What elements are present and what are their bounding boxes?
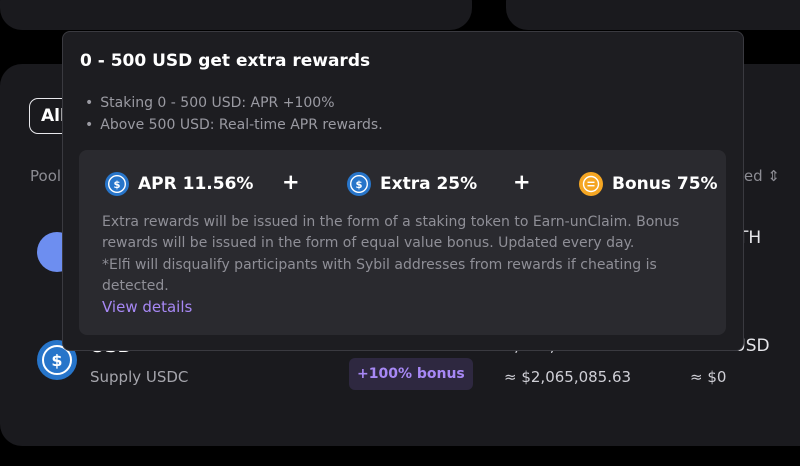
tooltip-bullet: Staking 0 - 500 USD: APR +100%: [85, 92, 383, 114]
svg-text:$: $: [51, 351, 62, 370]
usdc-icon: $: [105, 172, 129, 196]
bonus-reward: Bonus 75%: [579, 172, 718, 196]
tooltip-warning: *Elfi will disqualify participants with …: [102, 257, 657, 294]
extra-reward: $ Extra 25%: [347, 172, 477, 196]
pool-subtitle: Supply USDC: [90, 368, 189, 386]
tvl-usd-value: ≈ $2,065,085.63: [504, 368, 632, 386]
apr-reward: $ APR 11.56%: [105, 172, 253, 196]
top-card-left: [0, 0, 472, 30]
view-details-link[interactable]: View details: [102, 298, 192, 316]
plus-sign: +: [513, 170, 531, 194]
column-header-staked[interactable]: ted ⇕: [738, 167, 780, 185]
tooltip-description: Extra rewards will be issued in the form…: [102, 214, 680, 251]
staked-usd-value: ≈ $0: [690, 368, 727, 386]
plus-sign: +: [282, 170, 300, 194]
extra-label: Extra 25%: [380, 174, 478, 194]
tooltip-bullet-list: Staking 0 - 500 USD: APR +100% Above 500…: [85, 92, 383, 136]
usdc-icon: $: [347, 172, 371, 196]
column-header-pool[interactable]: Pool: [30, 167, 61, 185]
svg-text:$: $: [114, 180, 121, 191]
bonus-coin-icon: [579, 172, 603, 196]
rewards-breakdown-panel: $ APR 11.56% + $ Extra 25% + Bonus 75% E…: [79, 150, 726, 335]
svg-text:$: $: [356, 180, 363, 191]
bonus-label: Bonus 75%: [612, 174, 718, 194]
rewards-tooltip: 0 - 500 USD get extra rewards Staking 0 …: [62, 31, 744, 351]
bonus-badge[interactable]: +100% bonus: [349, 358, 473, 390]
tooltip-title: 0 - 500 USD get extra rewards: [80, 51, 371, 71]
apr-label: APR 11.56%: [138, 174, 254, 194]
top-card-right: [506, 0, 800, 30]
tooltip-bullet: Above 500 USD: Real-time APR rewards.: [85, 114, 382, 136]
